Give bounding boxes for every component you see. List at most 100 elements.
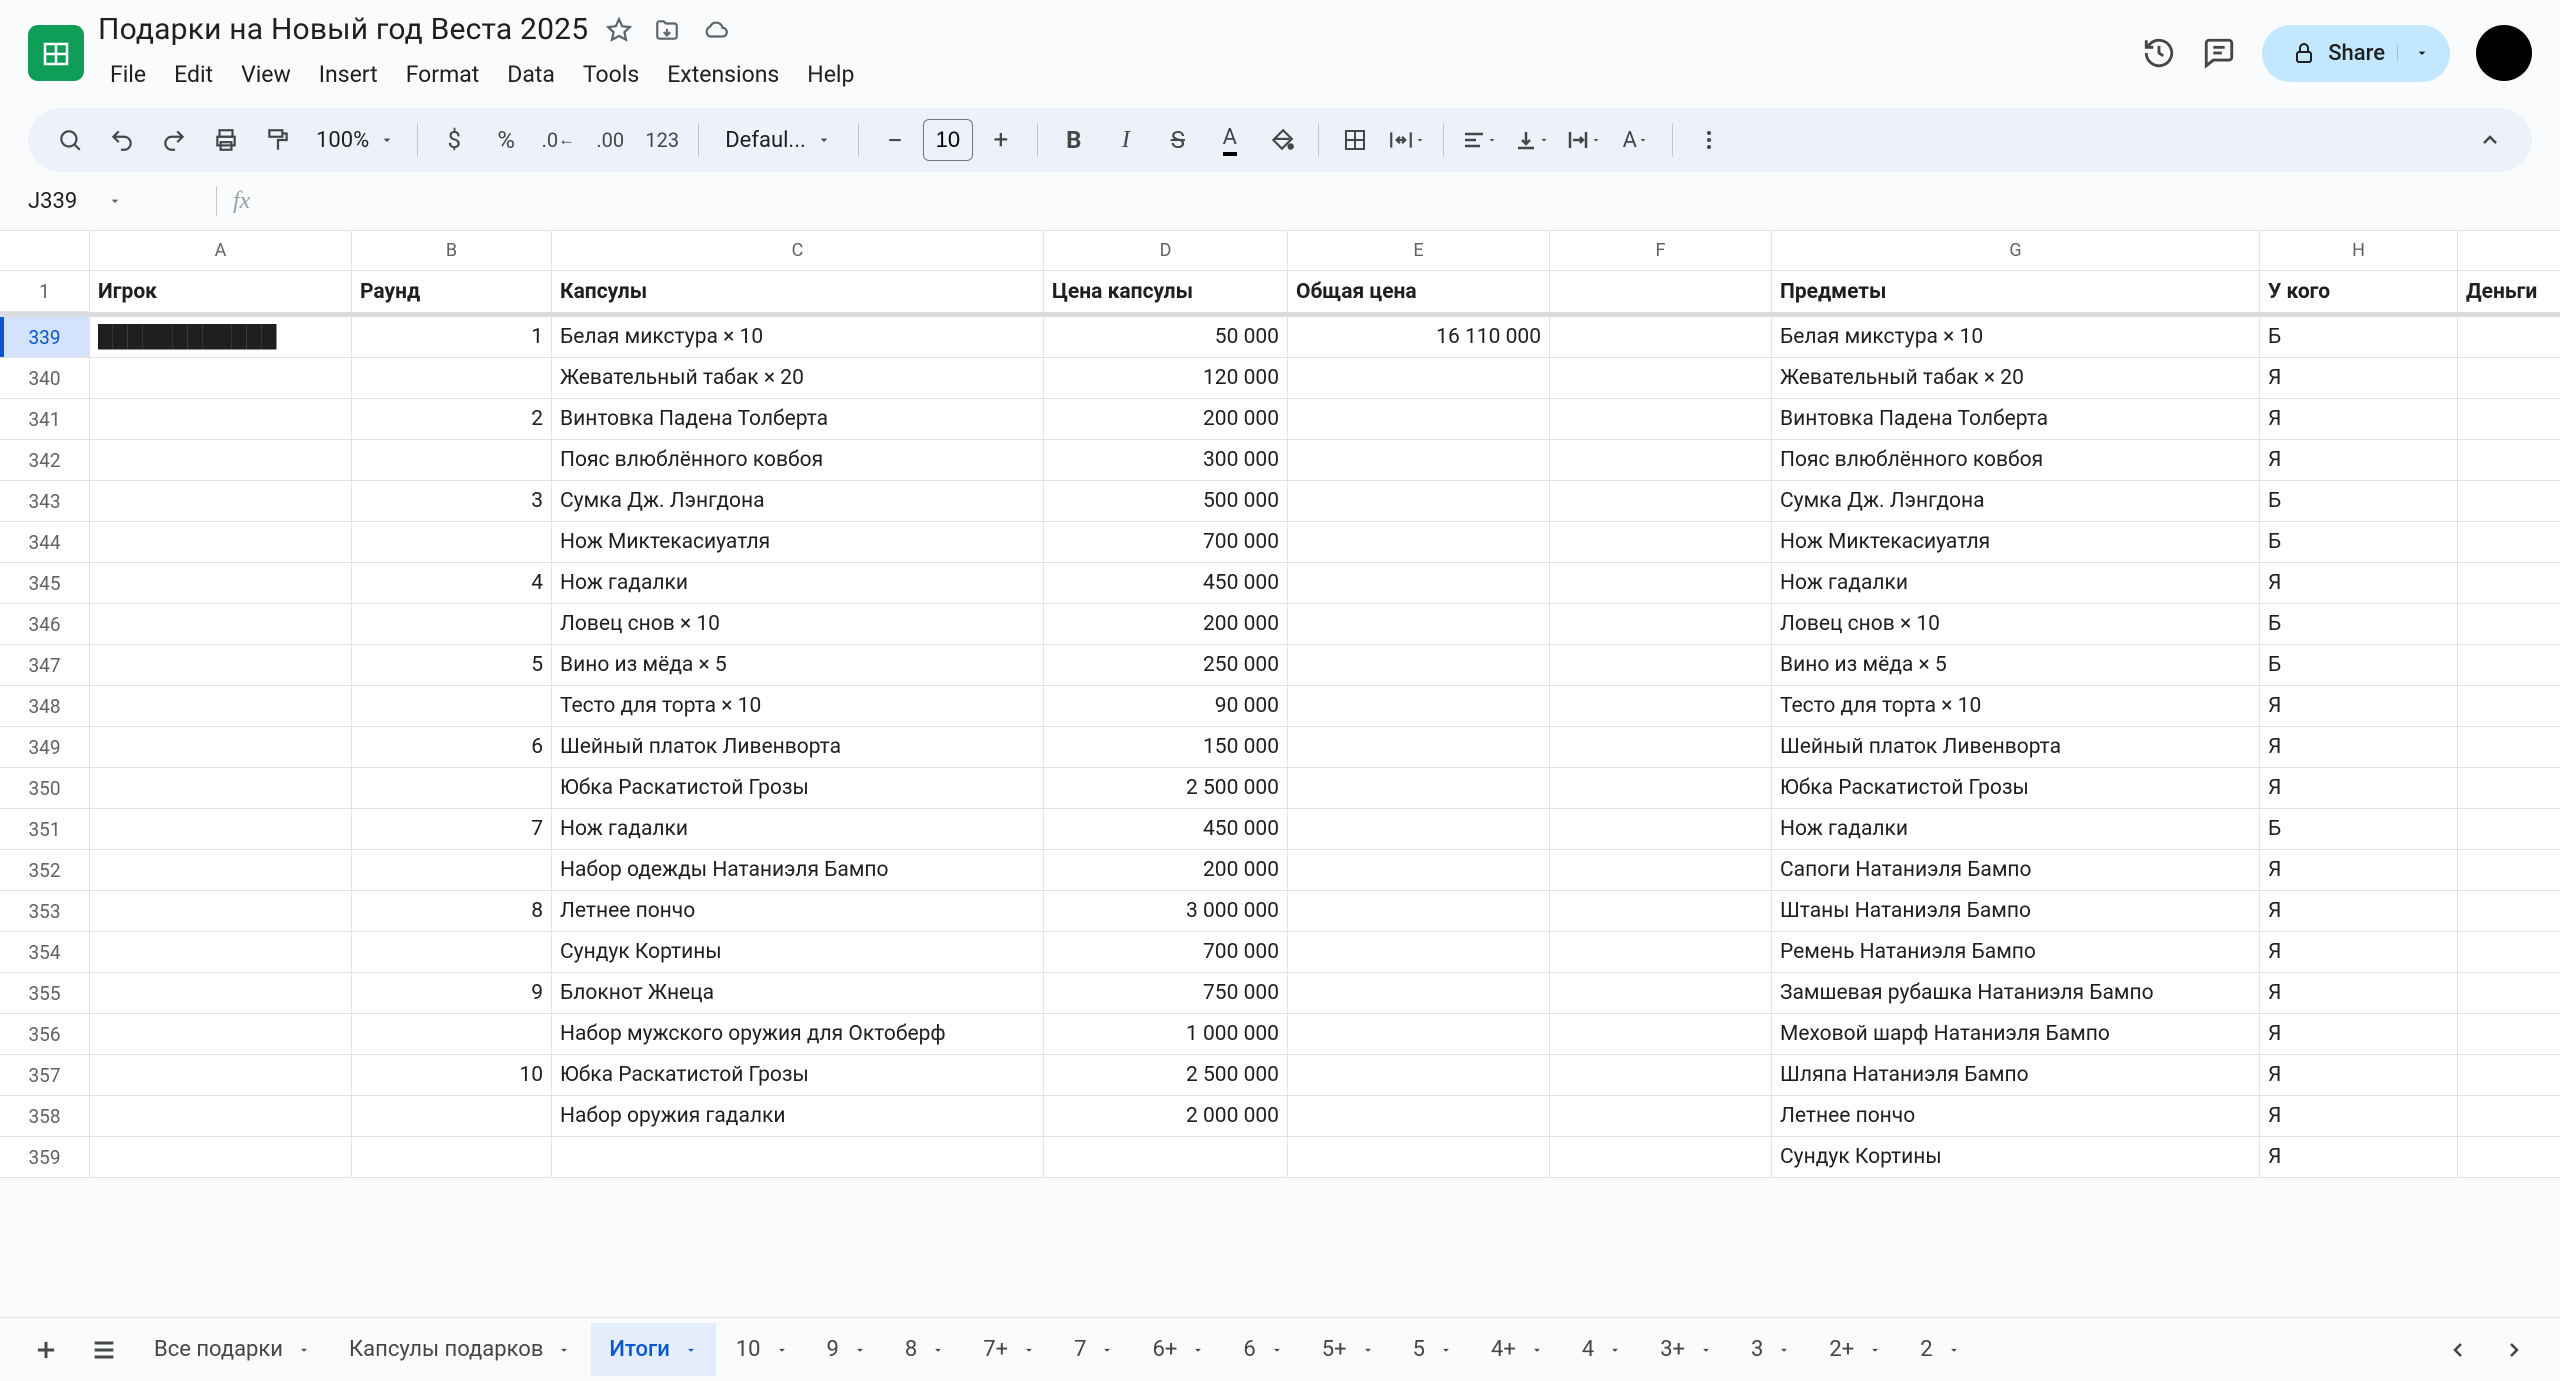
chevron-down-icon[interactable]	[1100, 1343, 1114, 1357]
cell[interactable]: Шляпа Натаниэля Бампо	[1772, 1055, 2260, 1096]
cell[interactable]: Винтовка Падена Толберта	[552, 399, 1044, 440]
cell[interactable]: 700 000	[1044, 932, 1288, 973]
cell[interactable]	[2458, 604, 2560, 645]
chevron-down-icon[interactable]	[684, 1343, 698, 1357]
cell[interactable]	[2458, 727, 2560, 768]
cell[interactable]	[90, 727, 352, 768]
cell[interactable]: 6	[352, 727, 552, 768]
tab-scroll-left-icon[interactable]	[2432, 1324, 2484, 1376]
cell[interactable]: Набор одежды Натаниэля Бампо	[552, 850, 1044, 891]
cell[interactable]	[90, 481, 352, 522]
col-head-G[interactable]: G	[1772, 231, 2260, 270]
cell[interactable]: Деньги	[2458, 271, 2560, 312]
row-head[interactable]: 349	[0, 727, 90, 768]
cell[interactable]	[2458, 1137, 2560, 1178]
sheet-tab[interactable]: 9	[809, 1323, 885, 1376]
cell[interactable]: 2 000 000	[1044, 1096, 1288, 1137]
doc-title[interactable]: Подарки на Новый год Веста 2025	[98, 12, 588, 47]
cell[interactable]	[90, 1014, 352, 1055]
currency-icon[interactable]: $	[430, 116, 478, 164]
cell[interactable]	[90, 891, 352, 932]
fill-color-icon[interactable]	[1258, 116, 1306, 164]
cell[interactable]: Общая цена	[1288, 271, 1550, 312]
cell[interactable]: Шейный платок Ливенворта	[552, 727, 1044, 768]
text-color-icon[interactable]: A	[1206, 116, 1254, 164]
cell[interactable]	[352, 358, 552, 399]
decrease-decimal-icon[interactable]: .0←	[534, 116, 582, 164]
wrap-icon[interactable]	[1560, 116, 1608, 164]
cell[interactable]: Я	[2260, 563, 2458, 604]
cell[interactable]	[1288, 1014, 1550, 1055]
cell[interactable]	[2458, 1055, 2560, 1096]
cell[interactable]	[1288, 1055, 1550, 1096]
cell[interactable]	[1550, 809, 1772, 850]
cell[interactable]: Пояс влюблённого ковбоя	[552, 440, 1044, 481]
cell[interactable]	[1044, 1137, 1288, 1178]
cell[interactable]	[2458, 645, 2560, 686]
cell[interactable]: Сундук Кортины	[1772, 1137, 2260, 1178]
cell[interactable]	[90, 604, 352, 645]
comment-icon[interactable]	[2202, 36, 2236, 70]
cell[interactable]	[2458, 809, 2560, 850]
chevron-down-icon[interactable]	[1608, 1343, 1622, 1357]
cell[interactable]: 200 000	[1044, 850, 1288, 891]
sheet-tab[interactable]: 3+	[1642, 1323, 1731, 1376]
chevron-down-icon[interactable]	[1361, 1343, 1375, 1357]
cell[interactable]	[2458, 358, 2560, 399]
increase-decimal-icon[interactable]: .00	[586, 116, 634, 164]
cell[interactable]: 2 500 000	[1044, 768, 1288, 809]
cell[interactable]	[90, 399, 352, 440]
cell[interactable]	[90, 686, 352, 727]
cell[interactable]	[2458, 932, 2560, 973]
cell[interactable]: Штаны Натаниэля Бампо	[1772, 891, 2260, 932]
cell[interactable]: Я	[2260, 399, 2458, 440]
rotate-icon[interactable]: A	[1612, 116, 1660, 164]
search-menus-icon[interactable]	[46, 116, 94, 164]
cell[interactable]	[2458, 481, 2560, 522]
cell[interactable]: Юбка Раскатистой Грозы	[1772, 768, 2260, 809]
chevron-down-icon[interactable]	[557, 1343, 571, 1357]
cell[interactable]	[1550, 1137, 1772, 1178]
chevron-down-icon[interactable]	[1699, 1343, 1713, 1357]
cell[interactable]: Ловец снов × 10	[552, 604, 1044, 645]
more-formats-icon[interactable]: 123	[638, 116, 686, 164]
cell[interactable]: Нож гадалки	[552, 563, 1044, 604]
cell[interactable]	[90, 809, 352, 850]
cell[interactable]: Тесто для торта × 10	[1772, 686, 2260, 727]
cell[interactable]: Я	[2260, 973, 2458, 1014]
redo-icon[interactable]	[150, 116, 198, 164]
cell[interactable]: Игрок	[90, 271, 352, 312]
star-icon[interactable]	[606, 17, 632, 43]
row-head[interactable]: 348	[0, 686, 90, 727]
cell[interactable]: Я	[2260, 1055, 2458, 1096]
col-head-E[interactable]: E	[1288, 231, 1550, 270]
cell[interactable]: ████████████	[90, 317, 352, 358]
cell[interactable]: Предметы	[1772, 271, 2260, 312]
cell[interactable]	[90, 973, 352, 1014]
menu-format[interactable]: Format	[394, 55, 492, 94]
cell[interactable]	[1550, 481, 1772, 522]
cell[interactable]: Я	[2260, 686, 2458, 727]
cell[interactable]: 90 000	[1044, 686, 1288, 727]
sheets-logo[interactable]	[28, 25, 84, 81]
cell[interactable]: Я	[2260, 768, 2458, 809]
chevron-down-icon[interactable]	[1439, 1343, 1453, 1357]
cell[interactable]	[1550, 727, 1772, 768]
sheet-tab[interactable]: 5	[1395, 1323, 1471, 1376]
cell[interactable]	[552, 1137, 1044, 1178]
chevron-down-icon[interactable]	[1530, 1343, 1544, 1357]
borders-icon[interactable]	[1331, 116, 1379, 164]
name-box[interactable]: J339	[20, 189, 200, 214]
row-head[interactable]: 354	[0, 932, 90, 973]
cell[interactable]: Раунд	[352, 271, 552, 312]
cell[interactable]	[90, 563, 352, 604]
cell[interactable]: Юбка Раскатистой Грозы	[552, 1055, 1044, 1096]
cell[interactable]: Я	[2260, 358, 2458, 399]
add-sheet-icon[interactable]	[20, 1324, 72, 1376]
merge-icon[interactable]	[1383, 116, 1431, 164]
cell[interactable]	[1288, 973, 1550, 1014]
zoom-select[interactable]: 100%	[306, 128, 405, 153]
cell[interactable]	[352, 522, 552, 563]
row-head[interactable]: 350	[0, 768, 90, 809]
menu-file[interactable]: File	[98, 55, 158, 94]
